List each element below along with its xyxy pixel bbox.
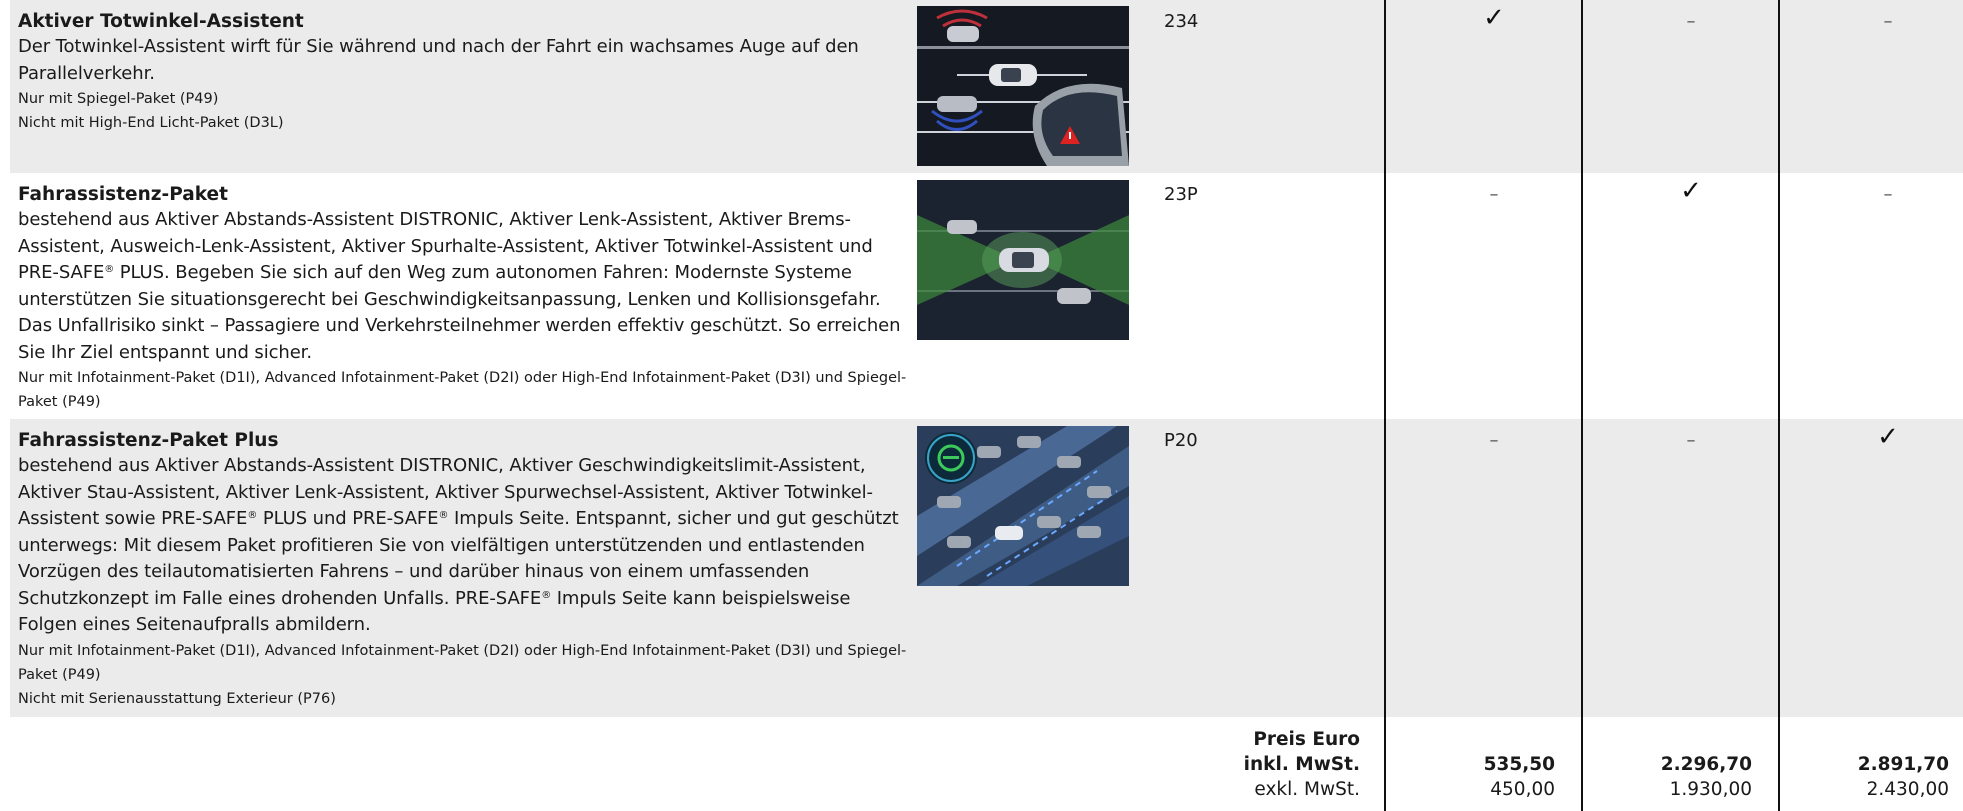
dash-mark: – <box>1686 11 1696 32</box>
dash-mark: – <box>1686 430 1696 451</box>
dash-mark: – <box>1489 430 1499 451</box>
price-label-incl: inkl. MwSt. <box>1243 754 1360 775</box>
option-body: bestehend aus Aktiver Abstands-Assistent… <box>18 455 899 635</box>
option-code: 234 <box>1164 11 1199 32</box>
option-title: Aktiver Totwinkel-Assistent <box>18 11 304 32</box>
price-excl: 1.930,00 <box>1669 779 1752 800</box>
checkmark-icon: ✓ <box>1877 422 1899 452</box>
option-title: Fahrassistenz-Paket <box>18 184 228 205</box>
price-labels: Preis Euro inkl. MwSt. exkl. MwSt. <box>1160 727 1360 802</box>
option-title: Fahrassistenz-Paket Plus <box>18 430 279 451</box>
dash-mark: – <box>1883 11 1893 32</box>
option-body: Der Totwinkel-Assistent wirft für Sie wä… <box>18 36 859 84</box>
checkmark-icon: ✓ <box>1680 176 1702 206</box>
option-note: Nicht mit Serienausstattung Exterieur (P… <box>18 690 336 707</box>
option-row-fahrassistenz-plus: Fahrassistenz-Paket Plus bestehend aus A… <box>10 419 1963 717</box>
option-row-fahrassistenz: Fahrassistenz-Paket bestehend aus Aktive… <box>10 173 1963 419</box>
driving-assistance-image <box>917 180 1129 340</box>
price-excl: 450,00 <box>1490 779 1555 800</box>
driving-assistance-plus-image <box>917 426 1129 586</box>
option-body: bestehend aus Aktiver Abstands-Assistent… <box>18 209 901 363</box>
price-excl: 2.430,00 <box>1866 779 1949 800</box>
price-incl: 535,50 <box>1483 754 1555 775</box>
column-divider <box>1778 0 1780 811</box>
option-note: Nur mit Infotainment-Paket (D1I), Advanc… <box>18 370 907 410</box>
option-note: Nur mit Spiegel-Paket (P49) <box>18 91 219 107</box>
dash-mark: – <box>1489 184 1499 205</box>
dash-mark: – <box>1883 184 1893 205</box>
price-column-3: 2.891,70 2.430,00 <box>1774 752 1949 802</box>
price-label-excl: exkl. MwSt. <box>1254 779 1360 800</box>
column-divider <box>1581 0 1583 811</box>
option-code: P20 <box>1164 430 1198 451</box>
price-column-1: 535,50 450,00 <box>1380 752 1555 802</box>
option-description: Aktiver Totwinkel-Assistent Der Totwinke… <box>18 0 908 135</box>
option-description: Fahrassistenz-Paket bestehend aus Aktive… <box>18 173 908 414</box>
column-divider <box>1384 0 1386 811</box>
blind-spot-assist-image <box>917 6 1129 166</box>
price-label-title: Preis Euro <box>1253 729 1360 750</box>
price-incl: 2.296,70 <box>1660 754 1752 775</box>
option-code: 23P <box>1164 184 1198 205</box>
checkmark-icon: ✓ <box>1483 3 1505 33</box>
price-incl: 2.891,70 <box>1857 754 1949 775</box>
price-column-2: 2.296,70 1.930,00 <box>1577 752 1752 802</box>
option-description: Fahrassistenz-Paket Plus bestehend aus A… <box>18 419 908 711</box>
option-row-totwinkel: Aktiver Totwinkel-Assistent Der Totwinke… <box>10 0 1963 173</box>
option-note: Nur mit Infotainment-Paket (D1I), Advanc… <box>18 642 907 683</box>
option-note: Nicht mit High-End Licht-Paket (D3L) <box>18 115 284 131</box>
